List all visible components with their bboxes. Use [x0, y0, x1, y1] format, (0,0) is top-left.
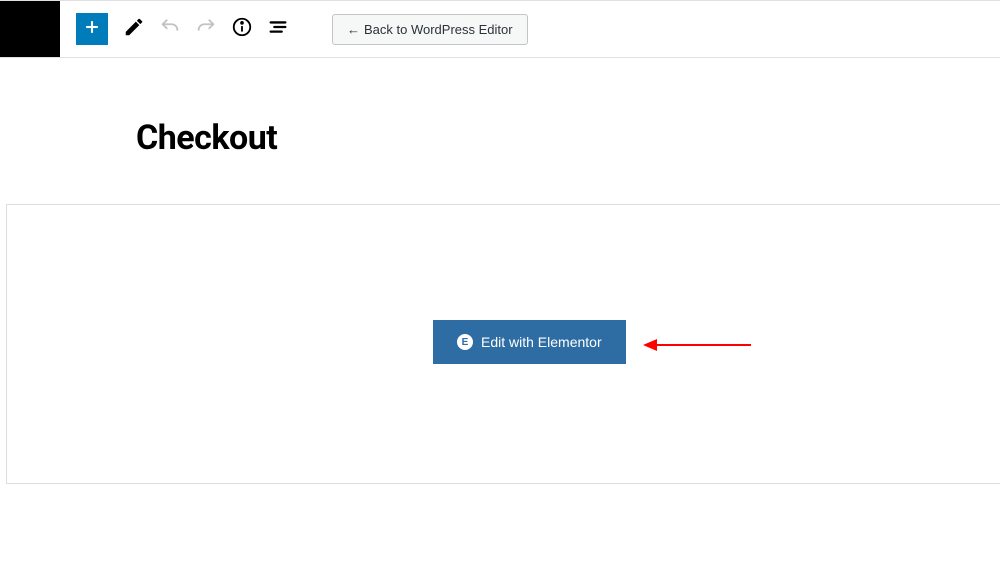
back-button-label: Back to WordPress Editor — [364, 22, 513, 37]
edit-with-elementor-button[interactable]: E Edit with Elementor — [433, 320, 626, 364]
pencil-icon — [123, 16, 145, 42]
plus-icon — [82, 17, 102, 41]
outline-icon — [267, 16, 289, 42]
editor-content: Checkout E Edit with Elementor — [0, 118, 1000, 484]
edit-tool-button[interactable] — [122, 17, 146, 41]
elementor-button-label: Edit with Elementor — [481, 334, 602, 350]
info-icon — [231, 16, 253, 42]
wp-logo-block[interactable] — [0, 1, 60, 57]
redo-icon — [195, 16, 217, 42]
elementor-placeholder-block: E Edit with Elementor — [6, 204, 1000, 484]
undo-icon — [159, 16, 181, 42]
outline-button[interactable] — [266, 17, 290, 41]
info-button[interactable] — [230, 17, 254, 41]
redo-button — [194, 17, 218, 41]
back-to-wp-editor-button[interactable]: ← Back to WordPress Editor — [332, 14, 528, 45]
arrow-left-icon: ← — [347, 22, 360, 37]
editor-toolbar: ← Back to WordPress Editor — [0, 0, 1000, 58]
page-title[interactable]: Checkout — [136, 118, 1000, 158]
annotation-arrow — [643, 333, 753, 357]
add-block-button[interactable] — [76, 13, 108, 45]
undo-button — [158, 17, 182, 41]
elementor-icon: E — [457, 334, 473, 350]
